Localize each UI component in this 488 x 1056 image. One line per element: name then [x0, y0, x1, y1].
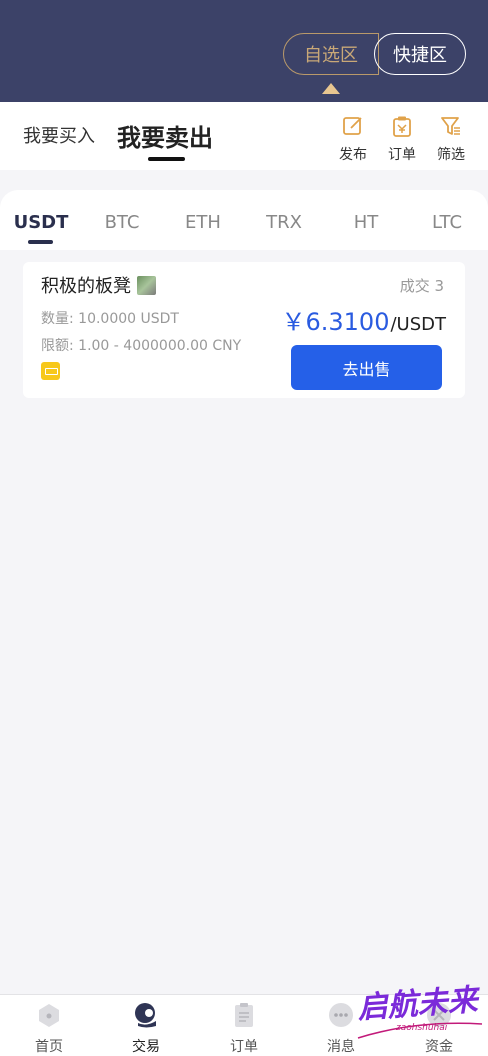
caret-up-icon [322, 83, 340, 94]
clipboard-icon [393, 116, 411, 137]
sell-mode-tab[interactable]: 我要卖出 [117, 118, 213, 153]
zone-segmented-control: 自选区 快捷区 [283, 33, 466, 75]
coin-tab-ht[interactable]: HT [336, 212, 396, 233]
active-coin-indicator [28, 240, 53, 244]
bank-card-icon [41, 362, 60, 380]
filter-label: 筛选 [437, 147, 465, 163]
price-unit: /USDT [390, 314, 446, 335]
coin-tab-usdt[interactable]: USDT [11, 212, 71, 233]
coin-tab-btc[interactable]: BTC [92, 212, 152, 233]
tab-trade[interactable]: 交易 [116, 1001, 176, 1056]
sell-button[interactable]: 去出售 [291, 345, 442, 390]
publish-button[interactable]: 发布 [333, 114, 373, 164]
trade-mode-bar: 我要买入 我要卖出 发布 订单 筛选 [0, 102, 488, 170]
price: ￥ 6.3100 /USDT [281, 302, 446, 337]
edit-icon [343, 117, 362, 135]
price-symbol: ￥ [281, 308, 306, 336]
limit-text: 限额: 1.00 - 4000000.00 CNY [41, 338, 242, 354]
order-icon [235, 1003, 253, 1027]
merchant-name[interactable]: 积极的板凳 [41, 272, 131, 298]
top-header: 自选区 快捷区 [0, 0, 488, 102]
publish-label: 发布 [339, 147, 367, 163]
coin-tab-eth[interactable]: ETH [173, 212, 233, 233]
coin-tab-trx[interactable]: TRX [254, 212, 314, 233]
avatar [137, 275, 156, 295]
buy-mode-tab[interactable]: 我要买入 [23, 122, 95, 148]
filter-icon [441, 117, 460, 135]
price-value: 6.3100 [305, 308, 390, 336]
tab-orders-label: 订单 [230, 1039, 258, 1055]
orders-button[interactable]: 订单 [382, 114, 422, 164]
quick-zone-tab[interactable]: 快捷区 [374, 33, 466, 75]
coin-tab-ltc[interactable]: LTC [417, 212, 477, 233]
active-mode-indicator [148, 157, 185, 161]
filter-button[interactable]: 筛选 [431, 114, 471, 164]
tab-orders[interactable]: 订单 [214, 1001, 274, 1056]
trade-icon [135, 1003, 156, 1028]
merchant-name-row: 积极的板凳 [41, 272, 156, 298]
message-icon [329, 1003, 353, 1027]
tab-home-label: 首页 [35, 1039, 63, 1055]
deal-count: 成交 3 [399, 277, 444, 295]
coin-tabs: USDT BTC ETH TRX HT LTC [0, 190, 488, 250]
tab-trade-label: 交易 [132, 1039, 160, 1055]
home-icon [39, 1004, 59, 1027]
quantity-text: 数量: 10.0000 USDT [41, 311, 179, 327]
svg-text:启航未来: 启航未来 [357, 982, 483, 1026]
listing-card: 积极的板凳 成交 3 数量: 10.0000 USDT 限额: 1.00 - 4… [23, 262, 465, 398]
favorites-zone-tab[interactable]: 自选区 [283, 33, 379, 75]
tab-home[interactable]: 首页 [19, 1001, 79, 1056]
orders-label: 订单 [388, 147, 416, 163]
watermark-logo: 启航未来 zaohshuhai [357, 982, 483, 1039]
